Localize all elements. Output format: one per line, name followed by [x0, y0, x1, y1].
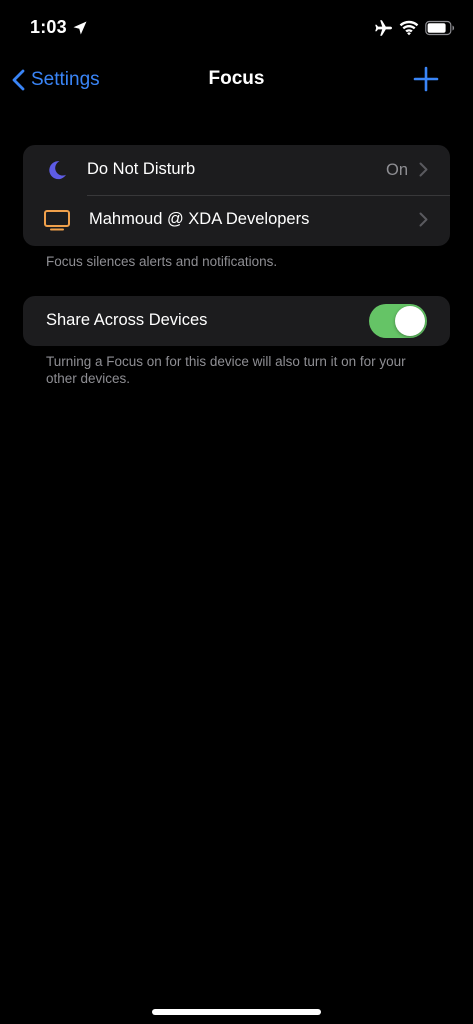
wifi-icon — [399, 20, 419, 36]
location-arrow-icon — [73, 21, 87, 35]
share-settings-group: Share Across Devices — [23, 296, 450, 346]
tv-icon — [43, 208, 71, 232]
status-bar: 1:03 — [0, 0, 473, 56]
share-across-devices-toggle[interactable] — [369, 304, 427, 338]
status-time: 1:03 — [30, 17, 67, 37]
list-item-label: Mahmoud @ XDA Developers — [89, 210, 310, 228]
status-icons — [373, 17, 455, 39]
home-indicator[interactable] — [152, 1009, 321, 1015]
focus-modes-list: Do Not Disturb On Mahmoud @ XDA Develope… — [23, 145, 450, 246]
status-value: On — [385, 161, 408, 179]
chevron-right-icon — [419, 212, 428, 227]
page-title: Focus — [208, 68, 265, 89]
list-item-mahmoud-xda[interactable]: Mahmoud @ XDA Developers — [23, 195, 450, 245]
share-across-devices-label: Share Across Devices — [46, 311, 208, 329]
moon-icon — [43, 158, 71, 182]
list-item-do-not-disturb[interactable]: Do Not Disturb On — [23, 145, 450, 195]
share-footer-text: Turning a Focus on for this device will … — [46, 354, 406, 386]
navigation-bar: Settings Focus — [0, 56, 473, 104]
list-item-label: Do Not Disturb — [87, 160, 196, 178]
focus-footer-text: Focus silences alerts and notifications. — [46, 254, 278, 269]
chevron-right-icon — [419, 162, 428, 177]
airplane-icon — [375, 20, 392, 36]
toggle-knob — [395, 306, 425, 336]
battery-icon — [425, 20, 455, 36]
share-across-devices-row: Share Across Devices — [23, 296, 450, 346]
plus-icon[interactable] — [413, 66, 439, 92]
